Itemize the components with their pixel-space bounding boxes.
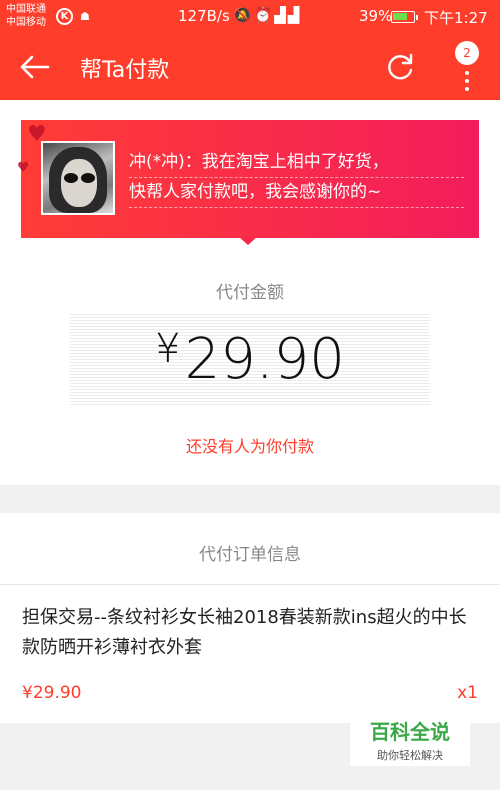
- 2g-signal-icon: ▟: [287, 6, 302, 24]
- watermark-sub: 助你轻松解决: [377, 749, 443, 762]
- refresh-icon: [388, 53, 413, 80]
- k-circle-icon: K: [56, 8, 73, 25]
- heart-icon: ♥: [17, 160, 30, 176]
- avatar: [41, 141, 115, 215]
- status-icons: 🔕⏰▟▟: [233, 6, 301, 24]
- order-description[interactable]: 担保交易--条纹衬衫女长袖2018春装新款ins超火的中长款防晒开衫薄衬衣外套: [22, 603, 482, 663]
- amount-label: 代付金额: [216, 283, 284, 303]
- more-vertical-icon: [465, 71, 470, 95]
- request-banner: ♥ ♥ 冲(*冲)：我在淘宝上相中了好货， 快帮人家付款吧，我会感谢你的~: [17, 120, 479, 238]
- divider: [0, 584, 500, 585]
- net-speed: 127B/s: [178, 7, 230, 25]
- battery-icon: [391, 11, 418, 23]
- app-bar: 帮Ta付款 2: [0, 33, 500, 100]
- request-message: 冲(*冲)：我在淘宝上相中了好货， 快帮人家付款吧，我会感谢你的~: [129, 148, 464, 208]
- request-message-line-2: 快帮人家付款吧，我会感谢你的~: [129, 178, 464, 208]
- amount-box: ¥29.90: [70, 314, 430, 406]
- notification-badge: 2: [455, 41, 479, 65]
- order-quantity: x1: [457, 683, 478, 703]
- silent-icon: 🔕: [233, 6, 254, 24]
- order-section: 代付订单信息 担保交易--条纹衬衫女长袖2018春装新款ins超火的中长款防晒开…: [0, 513, 500, 723]
- clock: 下午1:27: [424, 9, 488, 27]
- status-bar: 中国联通 中国移动 K ☗ 127B/s 🔕⏰▟▟ 39% 下午1:27: [0, 0, 500, 33]
- order-section-title: 代付订单信息: [199, 545, 301, 565]
- cat-icon: ☗: [80, 10, 90, 23]
- banner-pointer: [239, 237, 257, 245]
- currency-symbol: ¥: [155, 326, 181, 372]
- refresh-button[interactable]: [383, 50, 417, 84]
- amount-value: 29.90: [184, 327, 345, 392]
- watermark-logo: 百科全说 助你轻松解决: [350, 712, 470, 766]
- arrow-left-icon: [20, 55, 50, 79]
- 4g-signal-icon: ▟: [274, 6, 288, 24]
- battery-percent: 39%: [359, 7, 393, 25]
- more-button[interactable]: 2: [455, 41, 481, 91]
- alarm-icon: ⏰: [253, 6, 275, 24]
- payment-card: ♥ ♥ 冲(*冲)：我在淘宝上相中了好货， 快帮人家付款吧，我会感谢你的~ 代付…: [0, 100, 500, 485]
- page-title: 帮Ta付款: [80, 58, 170, 83]
- back-button[interactable]: [18, 51, 54, 83]
- carrier-1: 中国联通: [6, 4, 46, 15]
- order-price: ¥29.90: [22, 683, 82, 703]
- payment-status: 还没有人为你付款: [185, 437, 314, 456]
- request-message-line-1: 冲(*冲)：我在淘宝上相中了好货，: [129, 148, 464, 178]
- payment-amount: ¥29.90: [70, 326, 430, 392]
- carrier-names: 中国联通 中国移动: [6, 3, 46, 29]
- carrier-2: 中国移动: [6, 17, 46, 28]
- watermark-main: 百科全说: [370, 720, 450, 744]
